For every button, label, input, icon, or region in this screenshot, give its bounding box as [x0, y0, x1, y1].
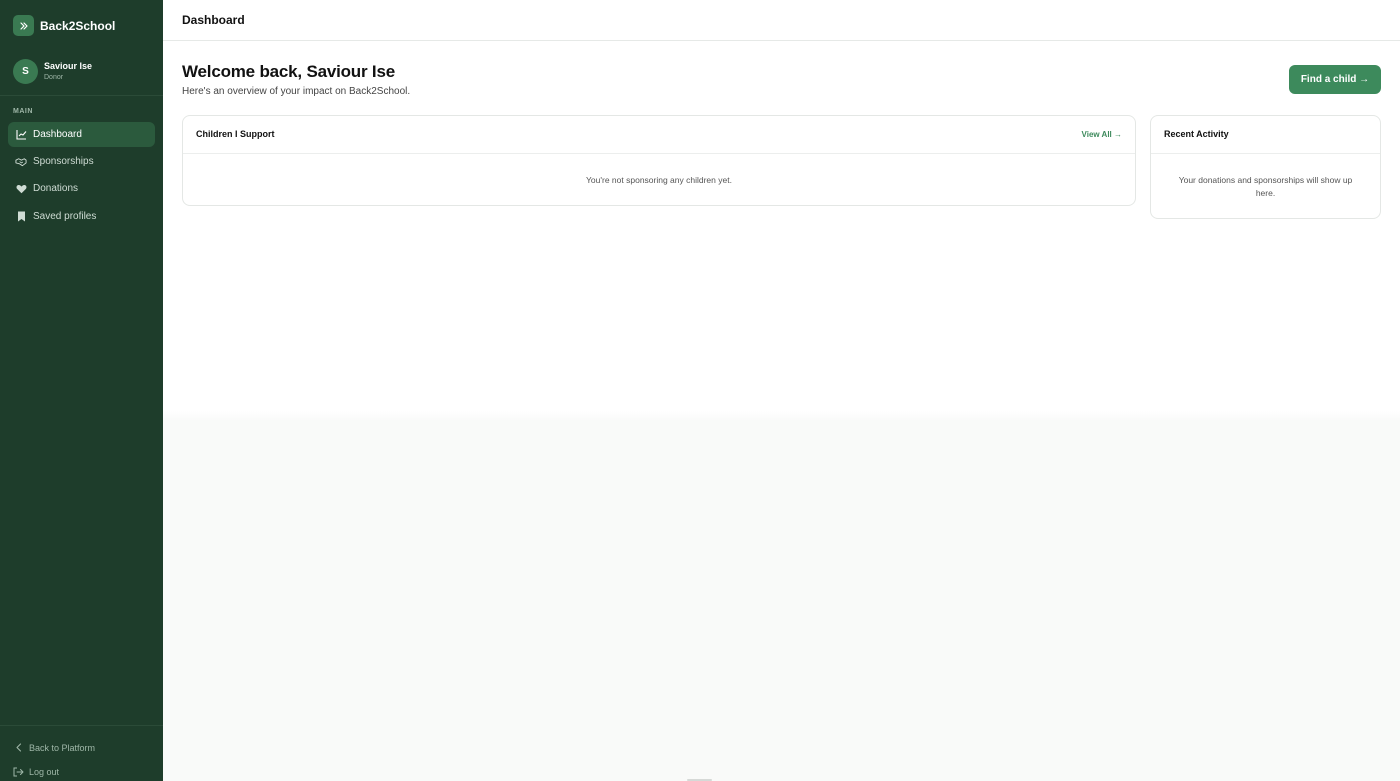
- heart-icon: [15, 183, 27, 195]
- sidebar-item-label: Saved profiles: [33, 210, 97, 222]
- logout-button[interactable]: Log out: [13, 766, 59, 777]
- find-a-child-button[interactable]: Find a child →: [1289, 65, 1381, 94]
- logout-label: Log out: [29, 766, 60, 777]
- brand: Back2School: [13, 15, 115, 36]
- avatar: S: [13, 59, 38, 84]
- logout-icon: [13, 766, 24, 777]
- sidebar-item-sponsorships[interactable]: Sponsorships: [8, 149, 155, 174]
- user-profile: S Saviour Ise Donor: [13, 59, 92, 84]
- sidebar: Back2School S Saviour Ise Donor MAIN Das…: [0, 0, 163, 781]
- welcome-subtitle: Here's an overview of your impact on Bac…: [182, 86, 411, 97]
- back-to-platform-link[interactable]: Back to Platform: [13, 742, 95, 753]
- bookmark-icon: [15, 211, 27, 223]
- sidebar-item-label: Dashboard: [33, 128, 82, 140]
- divider: [0, 725, 163, 726]
- back-to-platform-label: Back to Platform: [29, 742, 96, 753]
- divider: [0, 95, 163, 96]
- main-content: Welcome back, Saviour Ise Here's an over…: [163, 41, 1400, 781]
- chart-line-icon: [15, 129, 27, 141]
- page-title: Dashboard: [182, 13, 245, 27]
- recent-activity-card: Recent Activity Your donations and spons…: [1150, 115, 1381, 219]
- welcome-title: Welcome back, Saviour Ise: [182, 62, 395, 81]
- sidebar-item-dashboard[interactable]: Dashboard: [8, 122, 155, 147]
- sidebar-item-label: Sponsorships: [33, 155, 94, 167]
- user-name: Saviour Ise: [44, 60, 93, 71]
- view-all-link[interactable]: View All →: [1082, 130, 1122, 139]
- card-title: Recent Activity: [1164, 129, 1229, 139]
- topbar: Dashboard: [163, 0, 1400, 41]
- sidebar-item-label: Donations: [33, 182, 79, 194]
- chevron-left-icon: [13, 742, 24, 753]
- card-title: Children I Support: [196, 129, 275, 139]
- section-label: MAIN: [13, 108, 33, 115]
- brand-name: Back2School: [40, 18, 116, 33]
- children-support-card: Children I Support View All → You're not…: [182, 115, 1136, 206]
- chevrons-right-icon[interactable]: [13, 15, 34, 36]
- sidebar-item-donations[interactable]: Donations: [8, 176, 155, 201]
- card-header: Children I Support View All →: [183, 116, 1135, 154]
- empty-state-text: You're not sponsoring any children yet.: [586, 175, 732, 185]
- sidebar-item-saved-profiles[interactable]: Saved profiles: [8, 204, 155, 229]
- card-header: Recent Activity: [1151, 116, 1380, 154]
- handshake-icon: [15, 156, 27, 168]
- user-role: Donor: [44, 73, 64, 81]
- empty-state-text: Your donations and sponsorships will sho…: [1178, 175, 1353, 198]
